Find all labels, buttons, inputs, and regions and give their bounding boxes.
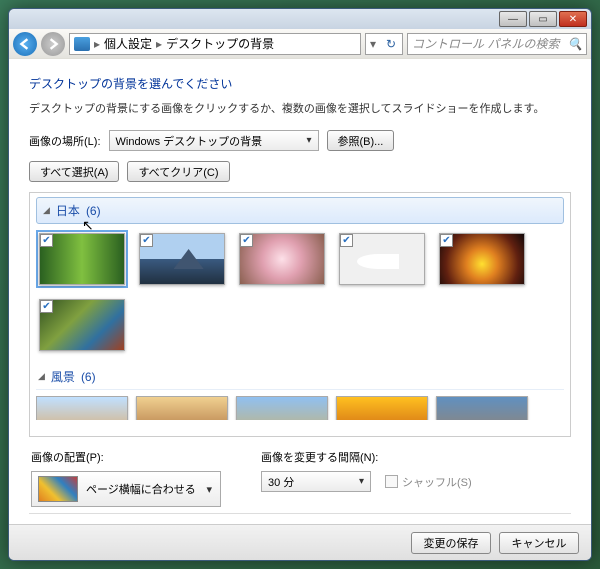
location-row: 画像の場所(L): Windows デスクトップの背景 参照(B)... xyxy=(29,130,571,151)
minimize-button[interactable]: — xyxy=(499,11,527,27)
clear-all-button[interactable]: すべてクリア(C) xyxy=(127,161,229,182)
thumb-6[interactable]: ✔ xyxy=(36,296,128,354)
thumb-check[interactable]: ✔ xyxy=(240,234,253,247)
footer: 変更の保存 キャンセル xyxy=(9,524,591,560)
thumb-5[interactable]: ✔ xyxy=(436,230,528,288)
thumb-l3[interactable] xyxy=(236,396,328,420)
select-buttons-row: すべて選択(A) すべてクリア(C) xyxy=(29,161,571,182)
page-heading: デスクトップの背景を選んでください xyxy=(29,75,571,92)
cancel-button[interactable]: キャンセル xyxy=(499,532,579,554)
divider xyxy=(29,513,571,514)
checkbox-box xyxy=(385,475,398,488)
close-button[interactable]: ✕ xyxy=(559,11,587,27)
breadcrumb-sep: ▸ xyxy=(94,37,100,51)
breadcrumb-seg1[interactable]: 個人設定 xyxy=(104,35,152,52)
interval-dropdown[interactable]: 30 分 xyxy=(261,471,371,492)
maximize-button[interactable]: ▭ xyxy=(529,11,557,27)
search-placeholder: コントロール パネルの検索 xyxy=(412,35,568,52)
save-button[interactable]: 変更の保存 xyxy=(411,532,491,554)
thumb-check[interactable]: ✔ xyxy=(40,300,53,313)
position-value: ページ横幅に合わせる xyxy=(86,481,196,497)
interval-value: 30 分 xyxy=(268,474,294,490)
thumb-l2[interactable] xyxy=(136,396,228,420)
position-dropdown[interactable]: ページ横幅に合わせる xyxy=(31,471,221,507)
thumb-l4[interactable] xyxy=(336,396,428,420)
group-header-landscape[interactable]: ◢ 風景 (6) xyxy=(36,364,564,390)
group-name: 風景 xyxy=(51,368,75,385)
position-column: 画像の配置(P): ページ横幅に合わせる xyxy=(31,449,221,507)
breadcrumb-sep: ▸ xyxy=(156,37,162,51)
titlebar: — ▭ ✕ xyxy=(9,9,591,29)
interval-column: 画像を変更する間隔(N): 30 分 シャッフル(S) xyxy=(261,449,472,492)
wallpaper-gallery[interactable]: ◢ 日本 (6) ↖ ✔ ✔ ✔ ✔ ✔ ✔ ◢ 風景 (6) xyxy=(29,192,571,437)
breadcrumb-dropdown[interactable]: ▾ xyxy=(366,37,380,51)
thumb-check[interactable]: ✔ xyxy=(340,234,353,247)
thumb-l1[interactable] xyxy=(36,396,128,420)
group-count: (6) xyxy=(81,370,96,384)
page-description: デスクトップの背景にする画像をクリックするか、複数の画像を選択してスライドショー… xyxy=(29,100,571,116)
group-name: 日本 xyxy=(56,202,80,219)
thumb-4[interactable]: ✔ xyxy=(336,230,428,288)
select-all-button[interactable]: すべて選択(A) xyxy=(29,161,119,182)
thumbs-japan: ✔ ✔ ✔ ✔ ✔ ✔ xyxy=(36,230,564,354)
location-label: 画像の場所(L): xyxy=(29,133,101,149)
breadcrumb-seg2[interactable]: デスクトップの背景 xyxy=(166,35,274,52)
location-dropdown[interactable]: Windows デスクトップの背景 xyxy=(109,130,319,151)
window: — ▭ ✕ ▸ 個人設定 ▸ デスクトップの背景 ▾ ↻ コントロール パネルの… xyxy=(8,8,592,561)
thumb-check[interactable]: ✔ xyxy=(140,234,153,247)
navbar: ▸ 個人設定 ▸ デスクトップの背景 ▾ ↻ コントロール パネルの検索 🔍 xyxy=(9,29,591,59)
back-button[interactable] xyxy=(13,32,37,56)
shuffle-checkbox[interactable]: シャッフル(S) xyxy=(385,474,472,490)
thumb-check[interactable]: ✔ xyxy=(440,234,453,247)
content: デスクトップの背景を選んでください デスクトップの背景にする画像をクリックするか… xyxy=(9,59,591,524)
breadcrumb[interactable]: ▸ 個人設定 ▸ デスクトップの背景 xyxy=(69,33,361,55)
refresh-button[interactable]: ↻ xyxy=(380,37,402,51)
control-panel-icon xyxy=(74,37,90,51)
thumbs-landscape xyxy=(36,396,564,420)
search-icon[interactable]: 🔍 xyxy=(568,37,582,51)
collapse-icon: ◢ xyxy=(38,371,45,382)
position-label: 画像の配置(P): xyxy=(31,449,221,465)
collapse-icon: ◢ xyxy=(43,205,50,216)
position-preview-icon xyxy=(38,476,78,502)
thumb-1[interactable]: ✔ xyxy=(36,230,128,288)
thumb-check[interactable]: ✔ xyxy=(40,234,53,247)
group-header-japan[interactable]: ◢ 日本 (6) xyxy=(36,197,564,224)
search-box[interactable]: コントロール パネルの検索 🔍 xyxy=(407,33,587,55)
bottom-controls: 画像の配置(P): ページ横幅に合わせる 画像を変更する間隔(N): 30 分 … xyxy=(29,437,571,511)
refresh-section: ▾ ↻ xyxy=(365,33,403,55)
thumb-3[interactable]: ✔ xyxy=(236,230,328,288)
thumb-2[interactable]: ✔ xyxy=(136,230,228,288)
group-count: (6) xyxy=(86,204,101,218)
location-value: Windows デスクトップの背景 xyxy=(116,133,263,149)
browse-button[interactable]: 参照(B)... xyxy=(327,130,395,151)
thumb-l5[interactable] xyxy=(436,396,528,420)
interval-label: 画像を変更する間隔(N): xyxy=(261,449,472,465)
forward-button[interactable] xyxy=(41,32,65,56)
shuffle-label: シャッフル(S) xyxy=(402,474,472,490)
